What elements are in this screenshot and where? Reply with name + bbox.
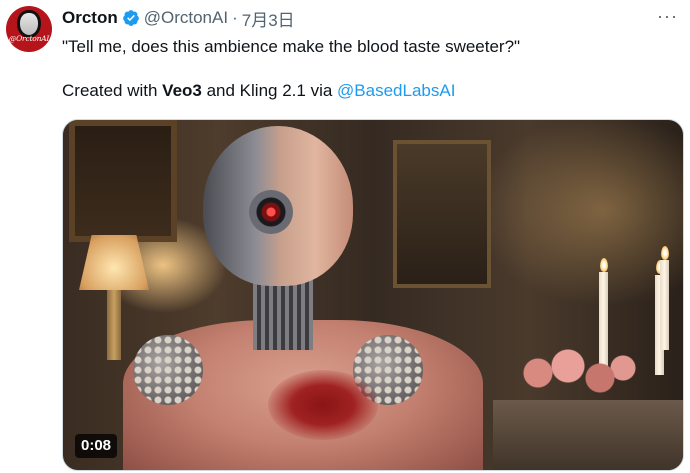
- pearl-shoulder-left: [133, 335, 203, 405]
- credits-prefix: Created with: [62, 81, 163, 100]
- credits-veo3: Veo3: [162, 81, 202, 100]
- tweet-quote: "Tell me, does this ambience make the bl…: [62, 37, 521, 56]
- avatar-face: [20, 13, 38, 35]
- tweet-post: @OrctonAI Orcton @OrctonAI · 7月3日 ··· "T…: [0, 0, 690, 473]
- video-duration-badge: 0:08: [75, 434, 118, 458]
- candle: [660, 260, 669, 350]
- flower-arrangement: [518, 348, 638, 418]
- author-handle[interactable]: @OrctonAI: [144, 8, 228, 28]
- separator-dot: ·: [232, 8, 238, 27]
- candle-flame: [600, 258, 608, 272]
- verified-badge-icon: [122, 10, 139, 26]
- video-player[interactable]: 0:08: [62, 119, 684, 471]
- candle-flame: [661, 246, 669, 260]
- author-name[interactable]: Orcton: [62, 8, 118, 28]
- credits-middle: and Kling 2.1 via: [201, 81, 338, 100]
- avatar[interactable]: @OrctonAI: [6, 6, 52, 52]
- avatar-label: @OrctonAI: [8, 34, 50, 43]
- background-mirror: [393, 140, 491, 288]
- tweet-credits: Created with Veo3 and Kling 2.1 via @Bas…: [62, 80, 672, 102]
- post-date[interactable]: 7月3日: [242, 6, 295, 31]
- tweet-header: Orcton @OrctonAI · 7月3日: [62, 6, 295, 30]
- tweet-text: "Tell me, does this ambience make the bl…: [62, 36, 672, 102]
- more-dots-icon[interactable]: ···: [657, 7, 678, 25]
- cyborg-eye: [249, 190, 293, 234]
- mention-link[interactable]: @BasedLabsAI: [337, 81, 455, 100]
- lamp-base: [107, 290, 121, 360]
- lamp-shade: [79, 235, 149, 290]
- blood-stain: [268, 370, 378, 440]
- background-painting: [69, 120, 177, 242]
